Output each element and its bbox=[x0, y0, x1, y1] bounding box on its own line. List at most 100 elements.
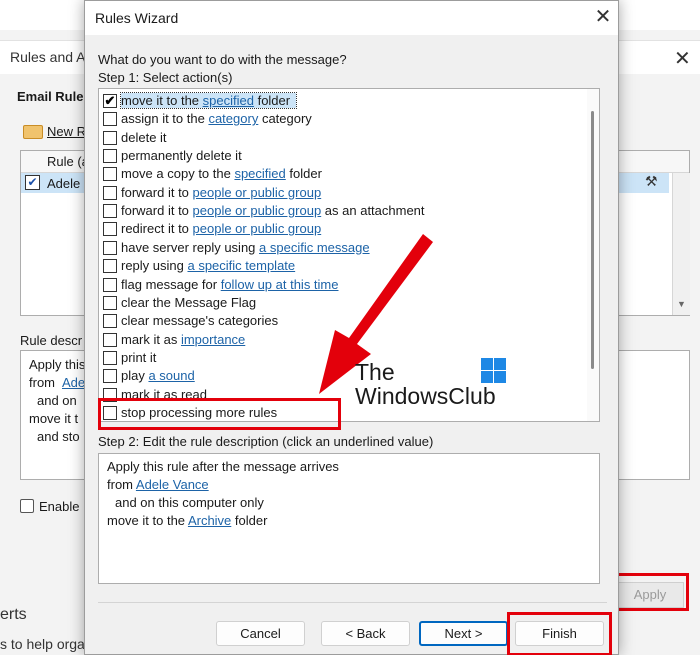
action-checkbox[interactable] bbox=[103, 240, 117, 255]
rules-wizard-titlebar: Rules Wizard ✕ bbox=[85, 1, 618, 35]
actions-scrollbar-thumb[interactable] bbox=[591, 111, 594, 369]
rule-description-line: and sto bbox=[37, 429, 80, 444]
action-link[interactable]: category bbox=[208, 111, 258, 126]
finish-highlight-box bbox=[507, 612, 612, 655]
action-item[interactable]: forward it to people or public group as … bbox=[99, 202, 589, 220]
action-checkbox[interactable] bbox=[103, 112, 117, 127]
step1-label: Step 1: Select action(s) bbox=[98, 70, 233, 85]
action-label: move it to the specified folder bbox=[119, 92, 298, 109]
rules-wizard-dialog: Rules Wizard ✕ What do you want to do wi… bbox=[84, 0, 619, 655]
action-text: permanently delete it bbox=[121, 148, 242, 164]
description-line-3: and on this computer only bbox=[115, 495, 264, 510]
rule-enabled-checkbox[interactable]: ✔ bbox=[25, 175, 40, 190]
action-text: clear message's categories bbox=[121, 313, 279, 329]
action-item[interactable]: forward it to people or public group bbox=[99, 184, 589, 202]
action-text: folder bbox=[285, 166, 322, 182]
rule-description-line: Apply this bbox=[29, 357, 86, 372]
action-link[interactable]: people or public group bbox=[193, 203, 322, 218]
action-label: mark it as importance bbox=[121, 332, 251, 347]
action-checkbox[interactable] bbox=[103, 277, 117, 292]
divider bbox=[98, 602, 607, 603]
action-text: have server reply using bbox=[121, 239, 260, 255]
folder-link[interactable]: Archive bbox=[188, 513, 231, 528]
action-checkbox[interactable] bbox=[103, 149, 117, 164]
action-checkbox[interactable] bbox=[103, 167, 117, 182]
action-link[interactable]: people or public group bbox=[193, 185, 322, 200]
action-text: clear the Message Flag bbox=[121, 294, 257, 310]
action-label: clear message's categories bbox=[121, 313, 284, 328]
action-label: assign it to the category category bbox=[121, 111, 318, 126]
action-checkbox[interactable] bbox=[103, 259, 117, 274]
action-text: folder bbox=[253, 93, 291, 108]
action-text: forward it to bbox=[121, 203, 193, 219]
action-question: What do you want to do with the message? bbox=[98, 52, 347, 67]
background-heading: erts bbox=[0, 606, 27, 623]
action-label: move a copy to the specified folder bbox=[121, 166, 328, 181]
description-line-4: move it to the Archive folder bbox=[107, 513, 267, 528]
apply-highlight-box bbox=[611, 573, 689, 611]
step2-label: Step 2: Edit the rule description (click… bbox=[98, 434, 434, 449]
rule-description-label: Rule descr bbox=[20, 333, 83, 348]
tab-email-rules[interactable]: Email Rules bbox=[17, 89, 91, 104]
action-checkbox[interactable] bbox=[103, 130, 117, 145]
action-text: reply using bbox=[121, 258, 188, 274]
background-text: s to help orga bbox=[0, 636, 85, 652]
action-checkbox[interactable]: ✔ bbox=[103, 94, 117, 108]
rule-options-icon[interactable]: ⚒ bbox=[645, 173, 658, 190]
action-label: forward it to people or public group as … bbox=[121, 203, 431, 218]
enable-label: Enable bbox=[39, 499, 80, 514]
action-item[interactable]: delete it bbox=[99, 129, 589, 147]
action-text: forward it to bbox=[121, 184, 193, 200]
new-rule-button[interactable]: New R bbox=[47, 124, 86, 139]
action-link[interactable]: a specific template bbox=[187, 258, 295, 273]
action-text: as an attachment bbox=[321, 203, 425, 219]
action-checkbox[interactable] bbox=[103, 314, 117, 329]
action-item[interactable]: ✔ move it to the specified folder bbox=[99, 92, 589, 110]
action-label: redirect it to people or public group bbox=[121, 221, 327, 236]
action-item[interactable]: permanently delete it bbox=[99, 147, 589, 165]
close-icon[interactable]: ✕ bbox=[591, 4, 615, 30]
next-button[interactable]: Next > bbox=[419, 621, 508, 646]
windows-logo-icon bbox=[481, 358, 506, 383]
dialog-title: Rules Wizard bbox=[95, 10, 179, 26]
action-checkbox[interactable] bbox=[103, 222, 117, 237]
rule-description-line: move it t bbox=[29, 411, 79, 426]
action-text: mark it as bbox=[121, 331, 181, 347]
action-link[interactable]: specified bbox=[203, 93, 254, 108]
enable-checkbox[interactable] bbox=[20, 499, 34, 513]
action-text: delete it bbox=[121, 129, 167, 145]
new-rule-folder-icon[interactable] bbox=[23, 125, 43, 139]
action-text: play bbox=[121, 368, 149, 384]
description-text: from bbox=[107, 477, 136, 492]
action-checkbox[interactable] bbox=[103, 204, 117, 219]
action-item[interactable]: assign it to the category category bbox=[99, 110, 589, 128]
action-link[interactable]: importance bbox=[181, 332, 245, 347]
description-text: move it to the bbox=[107, 513, 188, 528]
action-text: print it bbox=[121, 349, 157, 365]
description-line-1: Apply this rule after the message arrive… bbox=[107, 459, 339, 474]
action-checkbox[interactable] bbox=[103, 295, 117, 310]
back-button[interactable]: < Back bbox=[321, 621, 410, 646]
column-header-rule[interactable]: Rule (a bbox=[47, 154, 89, 169]
rules-and-alerts-close-icon[interactable]: ✕ bbox=[674, 46, 691, 71]
rules-and-alerts-title: Rules and A bbox=[10, 49, 86, 65]
action-checkbox[interactable] bbox=[103, 369, 117, 384]
cancel-button[interactable]: Cancel bbox=[216, 621, 305, 646]
action-checkbox[interactable] bbox=[103, 332, 117, 347]
action-link[interactable]: people or public group bbox=[193, 221, 322, 236]
action-checkbox[interactable] bbox=[103, 185, 117, 200]
sender-link[interactable]: Adele Vance bbox=[136, 477, 209, 492]
action-checkbox[interactable] bbox=[103, 350, 117, 365]
action-label: clear the Message Flag bbox=[121, 295, 262, 310]
action-label: play a sound bbox=[121, 368, 201, 383]
rule-description-line: and on bbox=[37, 393, 77, 408]
action-item[interactable]: move a copy to the specified folder bbox=[99, 165, 589, 183]
action-link[interactable]: a sound bbox=[148, 368, 194, 383]
scroll-down-icon[interactable]: ▼ bbox=[677, 299, 686, 309]
rules-list-scrollbar[interactable] bbox=[672, 173, 690, 315]
action-text: assign it to the bbox=[121, 111, 209, 127]
rule-description-line: from bbox=[29, 375, 55, 390]
description-text: folder bbox=[231, 513, 268, 528]
action-link[interactable]: specified bbox=[234, 166, 285, 181]
rule-description-editor: Apply this rule after the message arrive… bbox=[98, 453, 600, 584]
